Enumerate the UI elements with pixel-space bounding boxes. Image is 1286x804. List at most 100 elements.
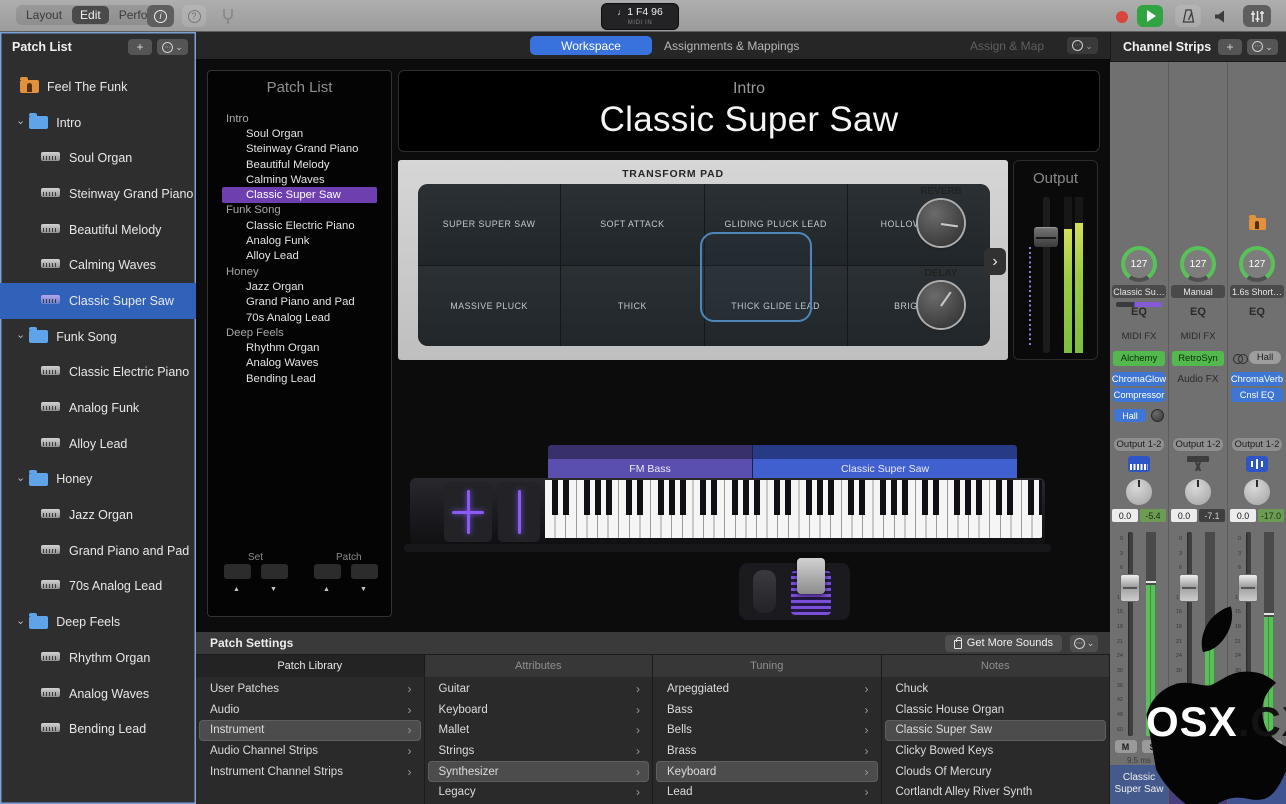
midi-fx-slot[interactable]: MIDI FX	[1110, 331, 1168, 342]
browser-row[interactable]: Strings ›	[428, 741, 650, 762]
keyboard-keys[interactable]	[545, 480, 1042, 538]
browser-row[interactable]: Instrument Channel Strips ›	[199, 761, 421, 782]
browser-row-selected[interactable]: Keyboard ›	[656, 761, 878, 782]
patch-row[interactable]: Alloy Lead	[208, 249, 391, 264]
patch-up-button[interactable]	[351, 564, 378, 579]
sidebar-item-set[interactable]: ⌄ Funk Song	[0, 319, 196, 355]
patch-row[interactable]: Bending Lead	[208, 371, 391, 386]
record-button[interactable]	[1116, 11, 1128, 23]
sidebar-item-patch[interactable]: Calming Waves	[0, 247, 196, 283]
channel-strips-action-menu[interactable]: ⋯ ⌄	[1247, 38, 1278, 55]
browser-row[interactable]: User Patches ›	[199, 679, 421, 700]
browser-row[interactable]: Audio ›	[199, 700, 421, 721]
control-slider[interactable]	[498, 482, 540, 542]
tuner-button[interactable]	[216, 5, 240, 27]
sidebar-item-patch[interactable]: Analog Funk	[0, 390, 196, 426]
sidebar-item-patch[interactable]: Grand Piano and Pad	[0, 533, 196, 569]
pan-knob[interactable]	[1228, 478, 1286, 506]
browser-row[interactable]: Legacy ›	[428, 782, 650, 803]
sidebar-item-concert[interactable]: Feel The Funk	[0, 69, 196, 105]
sidebar-item-patch-selected[interactable]: Classic Super Saw	[0, 283, 196, 319]
sidebar-item-patch[interactable]: Classic Electric Piano	[0, 355, 196, 391]
volume-value[interactable]: 0.0	[1230, 509, 1256, 522]
output-fader-handle[interactable]	[1034, 227, 1058, 247]
chevron-down-icon[interactable]: ⌄	[16, 328, 25, 341]
browser-row[interactable]: Mallet ›	[428, 720, 650, 741]
audio-fx-slot-chromaverb[interactable]: ChromaVerb	[1231, 372, 1283, 386]
sidebar-item-patch[interactable]: Steinway Grand Piano	[0, 176, 196, 212]
pad-thick[interactable]: THICK	[561, 265, 704, 346]
transform-pad-selection[interactable]	[700, 232, 812, 322]
sidebar-item-patch[interactable]: Soul Organ	[0, 140, 196, 176]
patch-row[interactable]: Analog Waves	[208, 356, 391, 371]
volume-value[interactable]: 0.0	[1171, 509, 1197, 522]
patch-row[interactable]: 70s Analog Lead	[208, 310, 391, 325]
sidebar-item-patch[interactable]: Rhythm Organ	[0, 640, 196, 676]
browser-row[interactable]: Bass ›	[656, 700, 878, 721]
output-slot[interactable]: Output 1-2	[1113, 437, 1165, 452]
patch-row-selected[interactable]: Classic Super Saw	[222, 187, 377, 203]
fader-handle[interactable]	[1179, 574, 1199, 602]
patch-group[interactable]: Intro	[208, 111, 391, 126]
browser-row-selected[interactable]: Instrument ›	[199, 720, 421, 741]
patch-row[interactable]: Grand Piano and Pad	[208, 295, 391, 310]
sidebar-item-patch[interactable]: Jazz Organ	[0, 497, 196, 533]
eq-slot[interactable]: EQ	[1110, 306, 1168, 318]
tab-assignments-mappings[interactable]: Assignments & Mappings	[664, 39, 799, 53]
instrument-slot-alchemy[interactable]: Alchemy	[1113, 351, 1165, 366]
tab-notes[interactable]: Notes	[881, 655, 1110, 677]
output-fader-track[interactable]	[1043, 197, 1050, 353]
set-down-button[interactable]	[224, 564, 251, 579]
browser-row[interactable]: Brass ›	[656, 741, 878, 762]
delay-knob[interactable]	[918, 282, 964, 328]
sidebar-item-patch[interactable]: Alloy Lead	[0, 426, 196, 462]
patch-group[interactable]: Funk Song	[208, 203, 391, 218]
sidebar-item-patch[interactable]: Analog Waves	[0, 676, 196, 712]
browser-row[interactable]: Arpeggiated ›	[656, 679, 878, 700]
chevron-down-icon[interactable]: ⌄	[16, 614, 25, 627]
chevron-down-icon[interactable]: ⌄	[16, 114, 25, 127]
patch-row[interactable]: Jazz Organ	[208, 279, 391, 294]
channel-strips-toggle-button[interactable]	[1243, 5, 1271, 27]
add-patch-button[interactable]: +	[128, 39, 152, 55]
controller-label[interactable]: Classic Su…	[1112, 285, 1166, 298]
pan-knob[interactable]	[1110, 478, 1168, 506]
browser-row[interactable]: Lead ›	[656, 782, 878, 803]
sidebar-item-patch[interactable]: Bending Lead	[0, 711, 196, 747]
sidebar-item-set[interactable]: ⌄ Honey	[0, 462, 196, 498]
patch-row[interactable]: Calming Waves	[208, 172, 391, 187]
reverb-knob[interactable]	[918, 200, 964, 246]
browser-row-selected[interactable]: Classic Super Saw	[884, 720, 1106, 741]
midi-level-knob[interactable]: 127	[1228, 246, 1286, 282]
layer-fm-bass[interactable]: FM Bass	[548, 445, 752, 478]
eq-slot[interactable]: EQ	[1228, 306, 1286, 318]
patch-row[interactable]: Beautiful Melody	[208, 157, 391, 172]
controller-label[interactable]: 1.6s Short…	[1230, 285, 1284, 298]
metronome-button[interactable]	[1175, 5, 1201, 27]
master-mute-button[interactable]	[1208, 5, 1233, 27]
patch-list-action-menu[interactable]: ⋯ ⌄	[157, 39, 188, 55]
play-button[interactable]	[1137, 5, 1163, 27]
patch-row[interactable]: Classic Electric Piano	[208, 218, 391, 233]
browser-row[interactable]: Clicky Bowed Keys	[885, 741, 1107, 762]
output-slot[interactable]: Output 1-2	[1172, 437, 1224, 452]
pad-massive-pluck[interactable]: MASSIVE PLUCK	[418, 265, 561, 346]
add-channel-strip-button[interactable]: +	[1218, 38, 1242, 55]
patch-row[interactable]: Rhythm Organ	[208, 340, 391, 355]
audio-fx-slot-compressor[interactable]: Compressor	[1113, 388, 1165, 402]
patch-settings-action-menu[interactable]: ⋯ ⌄	[1070, 634, 1098, 652]
tab-workspace[interactable]: Workspace	[530, 36, 652, 55]
audio-fx-slot-empty[interactable]: Audio FX	[1169, 374, 1227, 385]
fader-handle[interactable]	[1120, 574, 1140, 602]
sidebar-item-patch[interactable]: Beautiful Melody	[0, 212, 196, 248]
output-slot[interactable]: Output 1-2	[1231, 437, 1283, 452]
pan-knob[interactable]	[1169, 478, 1227, 506]
patch-row[interactable]: Steinway Grand Piano	[208, 142, 391, 157]
midi-level-knob[interactable]: 127	[1169, 246, 1227, 282]
layer-classic-super-saw[interactable]: Classic Super Saw	[752, 445, 1017, 478]
sidebar-item-set[interactable]: ⌄ Intro	[0, 105, 196, 141]
tab-patch-library[interactable]: Patch Library	[196, 655, 425, 677]
instrument-slot-retrosyn[interactable]: RetroSyn	[1172, 351, 1224, 366]
patch-row[interactable]: Soul Organ	[208, 126, 391, 141]
browser-row[interactable]: Audio Channel Strips ›	[199, 741, 421, 762]
